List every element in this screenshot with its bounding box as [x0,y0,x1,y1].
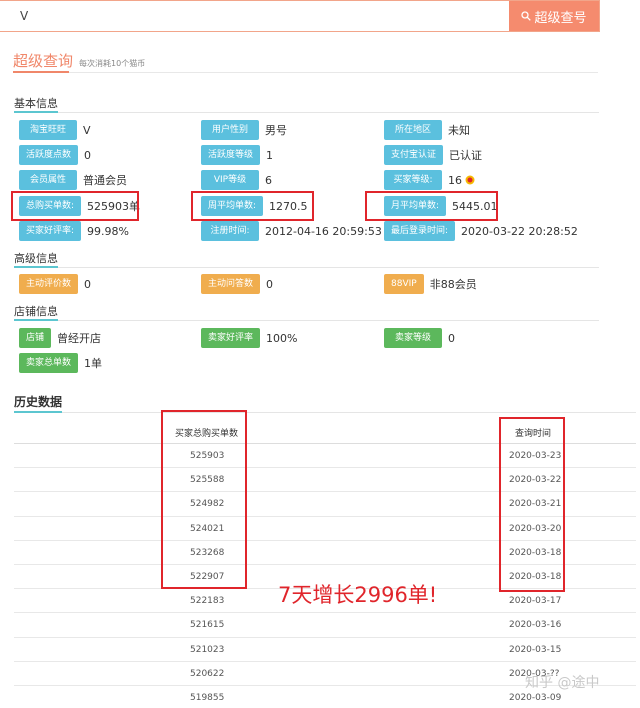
info-field: 88VIP 非88会员 [384,274,477,294]
info-field: 支付宝认证 已认证 [384,145,482,165]
info-value: 100% [266,331,298,345]
highlight-order-count-column [161,410,247,589]
info-value: 2020-03-22 20:28:52 [461,224,578,238]
divider [14,412,636,413]
info-label: 注册时间: [201,221,259,241]
divider-accent [14,319,58,321]
info-value: 男号 [265,124,287,137]
table-cell: 2020-03-17 [509,596,562,607]
section-title-basic: 基本信息 [14,97,58,110]
page-title: 超级查询 [13,52,74,70]
table-row: 521023 2020-03-15 [14,638,636,662]
table-cell: 2020-03-16 [509,620,562,631]
info-label: 支付宝认证 [384,145,444,165]
info-value: 0 [84,277,92,291]
info-value: 非88会员 [429,278,477,291]
info-field: 买家等级: 16 [384,170,475,190]
section-title-history: 历史数据 [14,395,63,409]
highlight-monthly-average [365,191,498,221]
info-field: 买家好评率: 99.98% [19,221,129,241]
info-field: 所在地区 未知 [384,120,470,140]
info-value: 曾经开店 [57,332,102,345]
info-field: 主动评价数 0 [19,274,91,294]
super-search-button[interactable]: 超级查号 [509,1,599,31]
info-field: 会员属性 普通会员 [19,170,127,190]
info-label: 活跃度点数 [19,145,79,165]
info-field: 最后登录时间: 2020-03-22 20:28:52 [384,221,578,241]
info-label: 最后登录时间: [384,221,456,241]
info-label: VIP等级 [201,170,259,190]
info-value: 2012-04-16 20:59:53 [265,224,382,238]
info-label: 活跃度等级 [201,145,261,165]
info-value: 16 [448,173,462,187]
divider-accent [14,411,62,413]
info-value: 99.98% [87,224,129,238]
page-header: 超级查询 每次消耗10个猫币 [13,50,145,71]
info-label: 淘宝旺旺 [19,120,77,140]
table-row: 521615 2020-03-16 [14,613,636,638]
info-value: 未知 [448,124,470,137]
highlight-query-date-column [499,417,565,592]
info-field: 活跃度等级 1 [201,145,273,165]
search-input[interactable] [0,1,508,31]
buyer-level-badge-icon [465,175,475,185]
info-label: 88VIP [384,274,424,294]
info-value: 0 [266,277,274,291]
info-field: 注册时间: 2012-04-16 20:59:53 [201,221,382,241]
highlight-weekly-average [191,191,314,221]
highlight-total-orders [11,191,139,221]
info-value: 1单 [84,357,103,370]
section-title-shop: 店铺信息 [14,305,58,318]
info-field: 活跃度点数 0 [19,145,91,165]
info-field: 店铺 曾经开店 [19,328,101,348]
table-cell: 2020-03-15 [509,644,562,655]
table-cell: 520622 [190,668,225,679]
info-label: 店铺 [19,328,52,348]
search-bar: 超级查号 [0,0,600,32]
info-value: 普通会员 [83,174,127,187]
table-cell: 521615 [190,620,225,631]
info-value: 0 [84,148,92,162]
info-field: 卖家等级 0 [384,328,455,348]
search-icon [521,11,532,21]
info-value: 已认证 [449,149,483,162]
info-field: 卖家总单数 1单 [19,353,102,373]
divider-accent [14,111,58,113]
info-label: 用户性别 [201,120,259,140]
divider-accent [14,266,58,268]
info-label: 主动评价数 [19,274,79,294]
info-value: 0 [448,331,455,345]
info-value: 6 [265,173,272,187]
info-value: V [83,123,91,137]
info-label: 买家好评率: [19,221,82,241]
info-value: 1 [266,148,274,162]
table-cell: 522183 [190,596,225,607]
divider [14,267,599,268]
info-field: VIP等级 6 [201,170,272,190]
info-field: 卖家好评率 100% [201,328,297,348]
divider-accent [13,71,69,73]
divider [14,320,599,321]
page-subtitle: 每次消耗10个猫币 [79,59,146,68]
table-cell: 521023 [190,644,225,655]
info-label: 卖家好评率 [201,328,261,348]
watermark: 知乎 @途中 [525,675,600,691]
info-field: 主动问答数 0 [201,274,273,294]
table-cell: 519855 [190,692,225,703]
info-label: 卖家总单数 [19,353,79,373]
info-field: 淘宝旺旺 V [19,120,91,140]
info-label: 主动问答数 [201,274,261,294]
info-field: 用户性别 男号 [201,120,287,140]
search-button-label: 超级查号 [534,10,587,26]
info-label: 所在地区 [384,120,442,140]
info-label: 会员属性 [19,170,77,190]
section-title-advanced: 高级信息 [14,252,58,265]
table-cell: 2020-03-09 [509,692,562,703]
divider [14,112,599,113]
growth-annotation: 7天增长2996单! [278,583,438,607]
info-label: 买家等级: [384,170,442,190]
info-label: 卖家等级 [384,328,442,348]
divider [13,72,598,73]
